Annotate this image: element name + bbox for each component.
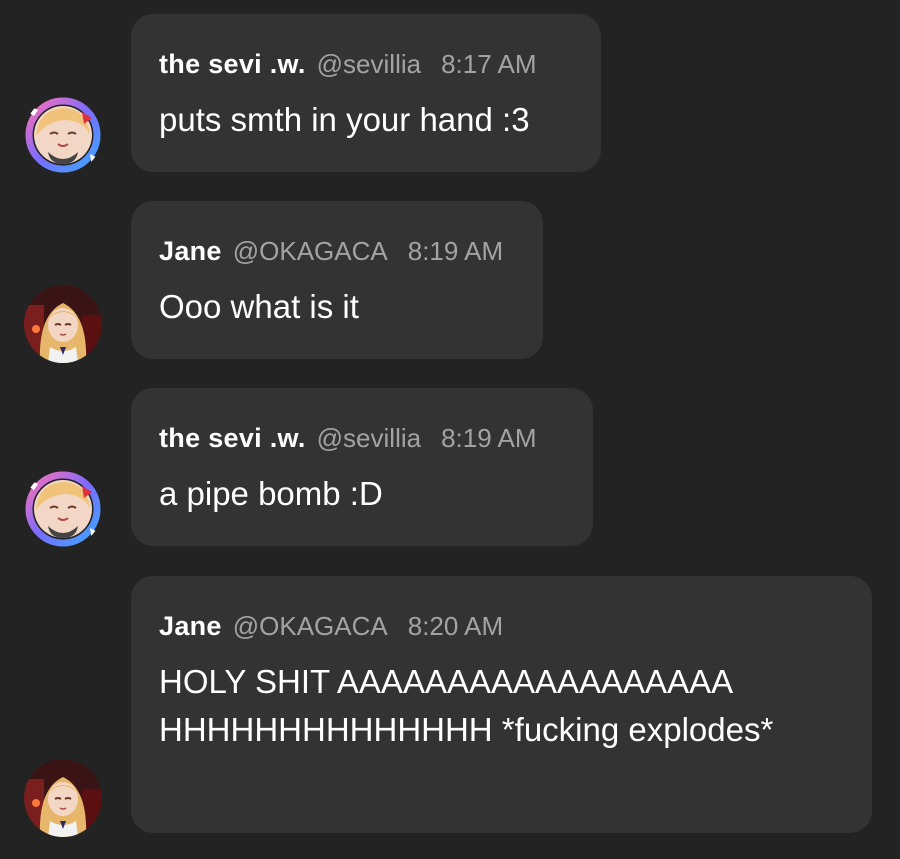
anime-girl-avatar-icon: [24, 470, 102, 548]
message-bubble: the sevi .w. @sevillia 8:17 AM puts smth…: [131, 14, 601, 172]
message-header: Jane @OKAGACA 8:19 AM: [159, 233, 515, 269]
user-avatar[interactable]: [24, 470, 102, 548]
anime-girl-avatar-icon: [24, 285, 102, 363]
user-avatar[interactable]: [24, 759, 102, 837]
author-handle: @sevillia: [316, 49, 422, 79]
message-text: HOLY SHIT AAAAAAAAAAAAAAAAAA HHHHHHHHHHH…: [159, 663, 774, 748]
author-name[interactable]: the sevi .w.: [159, 420, 306, 456]
anime-girl-avatar-icon: [24, 96, 102, 174]
message-header: Jane @OKAGACA 8:20 AM: [159, 608, 844, 644]
message-header: the sevi .w. @sevillia 8:17 AM: [159, 46, 573, 82]
user-avatar[interactable]: [24, 285, 102, 363]
author-handle: @OKAGACA: [232, 236, 388, 266]
message-text: puts smth in your hand :3: [159, 101, 530, 138]
message-timestamp: 8:17 AM: [441, 49, 537, 79]
author-handle: @sevillia: [316, 423, 422, 453]
message-bubble: the sevi .w. @sevillia 8:19 AM a pipe bo…: [131, 388, 593, 546]
message-bubble: Jane @OKAGACA 8:19 AM Ooo what is it: [131, 201, 543, 359]
author-handle: @OKAGACA: [232, 611, 388, 641]
anime-girl-avatar-icon: [24, 759, 102, 837]
message-header: the sevi .w. @sevillia 8:19 AM: [159, 420, 565, 456]
user-avatar[interactable]: [24, 96, 102, 174]
message-bubble: Jane @OKAGACA 8:20 AM HOLY SHIT AAAAAAAA…: [131, 576, 872, 833]
message-text: Ooo what is it: [159, 288, 359, 325]
author-name[interactable]: Jane: [159, 608, 222, 644]
message-text: a pipe bomb :D: [159, 475, 383, 512]
author-name[interactable]: the sevi .w.: [159, 46, 306, 82]
author-name[interactable]: Jane: [159, 233, 222, 269]
message-timestamp: 8:19 AM: [441, 423, 537, 453]
message-timestamp: 8:19 AM: [407, 236, 504, 266]
message-timestamp: 8:20 AM: [407, 611, 504, 641]
